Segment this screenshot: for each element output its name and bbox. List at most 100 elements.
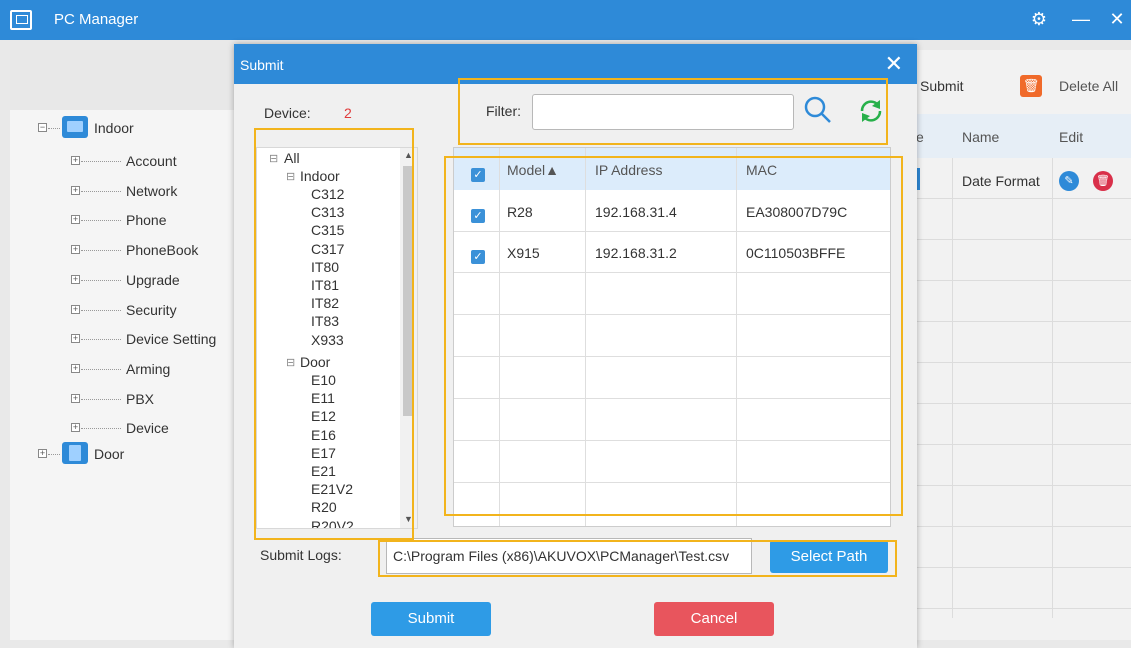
- collapse-icon[interactable]: −: [38, 123, 47, 132]
- tree-item[interactable]: Device: [126, 420, 169, 436]
- tree-item[interactable]: Account: [126, 153, 177, 169]
- device-model-list[interactable]: ⊟ All ⊟ Indoor C312 C313 C315 C317 IT80 IT81 IT82 I…: [256, 147, 418, 529]
- expand-icon[interactable]: +: [38, 449, 47, 458]
- search-icon[interactable]: [803, 95, 833, 125]
- close-window-icon[interactable]: ✕: [1106, 8, 1128, 30]
- device-model-item[interactable]: IT82: [311, 295, 339, 311]
- tree-toggle-icon[interactable]: ⊟: [269, 151, 278, 167]
- tree-node-door[interactable]: Door: [94, 446, 124, 462]
- tree-item[interactable]: Network: [126, 183, 177, 199]
- expand-icon[interactable]: +: [71, 363, 80, 373]
- device-model-item[interactable]: IT81: [311, 277, 339, 293]
- device-model-item[interactable]: C312: [311, 186, 344, 202]
- tree-toggle-icon[interactable]: ⊟: [286, 169, 295, 185]
- row-divider: [454, 231, 890, 232]
- device-label: Device:: [264, 105, 311, 121]
- tree-item[interactable]: PhoneBook: [126, 242, 198, 258]
- tree-node-indoor[interactable]: Indoor: [94, 120, 134, 136]
- tree-toggle-icon[interactable]: ⊟: [286, 355, 295, 371]
- device-tree-indoor[interactable]: Indoor: [300, 168, 340, 184]
- table-row: [916, 404, 1131, 445]
- row-checkbox[interactable]: ✓: [471, 250, 485, 264]
- row-model: R28: [507, 204, 533, 220]
- device-tree-door[interactable]: Door: [300, 354, 330, 370]
- tree-connector: [81, 279, 121, 281]
- tree-item[interactable]: Security: [126, 302, 177, 318]
- settings-gear-icon[interactable]: ⚙: [1028, 8, 1050, 30]
- device-model-item[interactable]: R20: [311, 499, 337, 515]
- device-model-item[interactable]: E21: [311, 463, 336, 479]
- delete-all-button[interactable]: Delete All: [1059, 78, 1118, 94]
- door-phone-icon: [62, 442, 88, 464]
- device-model-item[interactable]: E11: [311, 390, 335, 406]
- device-model-item[interactable]: E17: [311, 445, 336, 461]
- device-model-item[interactable]: E10: [311, 372, 336, 388]
- column-ip-address[interactable]: IP Address: [595, 162, 662, 178]
- indoor-monitor-icon: [62, 116, 88, 138]
- device-list-scrollbar[interactable]: ▲ ▼: [400, 148, 417, 528]
- scroll-down-icon[interactable]: ▼: [404, 514, 413, 524]
- select-path-button[interactable]: Select Path: [770, 540, 888, 573]
- expand-icon[interactable]: +: [71, 274, 80, 284]
- dialog-close-icon[interactable]: ✕: [885, 53, 903, 75]
- cancel-button[interactable]: Cancel: [654, 602, 774, 636]
- minimize-icon[interactable]: —: [1070, 8, 1092, 30]
- table-row: [916, 322, 1131, 363]
- toolbar-submit-button[interactable]: Submit: [920, 78, 964, 94]
- device-model-item[interactable]: C313: [311, 204, 344, 220]
- device-model-item[interactable]: R20V2: [311, 518, 354, 528]
- submit-logs-label: Submit Logs:: [260, 547, 342, 563]
- filter-input[interactable]: [532, 94, 794, 130]
- submit-button[interactable]: Submit: [371, 602, 491, 636]
- expand-icon[interactable]: +: [71, 245, 80, 255]
- log-path-field[interactable]: C:\Program Files (x86)\AKUVOX\PCManager\…: [386, 538, 752, 574]
- device-model-item[interactable]: E16: [311, 427, 336, 443]
- scroll-up-icon[interactable]: ▲: [404, 150, 413, 160]
- device-model-item[interactable]: E12: [311, 408, 336, 424]
- scroll-thumb[interactable]: [403, 166, 414, 416]
- row-checkbox[interactable]: ✓: [471, 209, 485, 223]
- device-tree-root[interactable]: All: [284, 150, 300, 166]
- select-all-checkbox[interactable]: ✓: [471, 168, 485, 182]
- device-model-item[interactable]: E21V2: [311, 481, 353, 497]
- trash-icon[interactable]: 🗑: [1020, 75, 1042, 97]
- tree-item[interactable]: Arming: [126, 361, 170, 377]
- row-divider: [454, 440, 890, 441]
- expand-icon[interactable]: +: [71, 423, 80, 433]
- tree-item[interactable]: Phone: [126, 212, 166, 228]
- tree-connector: [48, 454, 60, 455]
- tree-connector: [48, 128, 60, 129]
- tree-item[interactable]: Device Setting: [126, 331, 216, 347]
- row-mac: 0C110503BFFE: [746, 245, 846, 261]
- row-divider: [454, 482, 890, 483]
- refresh-icon[interactable]: [856, 96, 886, 126]
- tree-item[interactable]: PBX: [126, 391, 154, 407]
- table-row: [916, 240, 1131, 281]
- tree-item[interactable]: Upgrade: [126, 272, 180, 288]
- device-model-item[interactable]: X933: [311, 332, 344, 348]
- edit-icon[interactable]: ✎: [1059, 171, 1079, 191]
- expand-icon[interactable]: +: [71, 156, 80, 165]
- delete-icon[interactable]: 🗑: [1093, 171, 1113, 191]
- submit-dialog: Submit ✕ Device: 2 ⊟ All ⊟ Indoor C312 C313 C3…: [234, 44, 917, 648]
- config-name: Date Format: [962, 173, 1040, 189]
- dialog-header: Submit ✕: [234, 44, 917, 84]
- device-model-item[interactable]: C317: [311, 241, 344, 257]
- expand-icon[interactable]: +: [71, 304, 80, 314]
- tree-connector: [81, 161, 121, 162]
- expand-icon[interactable]: +: [71, 334, 80, 344]
- column-model[interactable]: Model▲: [507, 162, 559, 178]
- filter-label: Filter:: [486, 103, 521, 119]
- device-model-item[interactable]: IT80: [311, 259, 339, 275]
- column-mac[interactable]: MAC: [746, 162, 777, 178]
- grid-header: [916, 114, 1131, 158]
- tree-connector: [81, 190, 121, 192]
- device-model-item[interactable]: IT83: [311, 313, 339, 329]
- expand-icon[interactable]: +: [71, 393, 80, 403]
- device-model-item[interactable]: C315: [311, 222, 344, 238]
- table-row: [916, 363, 1131, 404]
- expand-icon[interactable]: +: [71, 185, 80, 195]
- expand-icon[interactable]: +: [71, 215, 80, 225]
- tree-connector: [81, 398, 121, 400]
- column-divider: [585, 148, 586, 526]
